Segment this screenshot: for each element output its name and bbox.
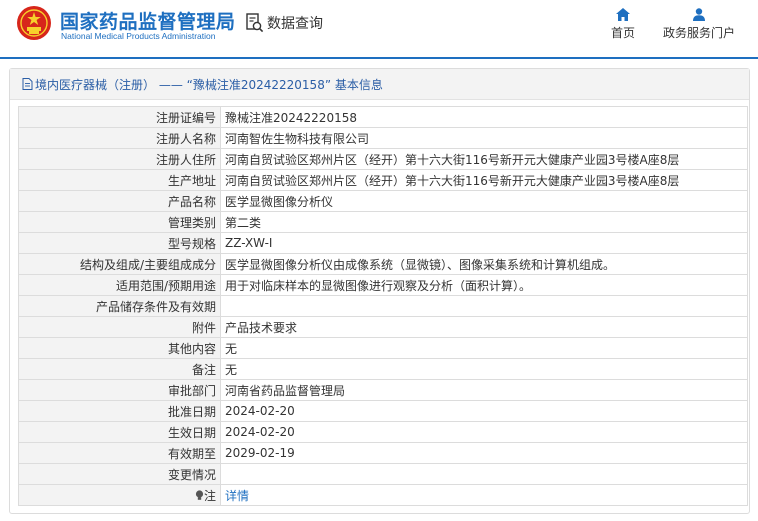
- field-value: 豫械注准20242220158: [220, 106, 748, 128]
- field-label: 有效期至: [18, 442, 221, 464]
- national-emblem-icon: [17, 6, 51, 40]
- details-link[interactable]: 详情: [225, 489, 249, 503]
- field-label: 注册人住所: [18, 148, 221, 170]
- field-label: 产品名称: [18, 190, 221, 212]
- table-row: 备注 无: [18, 358, 748, 380]
- field-value: 河南省药品监督管理局: [220, 379, 748, 401]
- field-label: 备注: [18, 358, 221, 380]
- table-row: 其他内容 无: [18, 337, 748, 359]
- table-row: 产品储存条件及有效期: [18, 295, 748, 317]
- table-row: 管理类别 第二类: [18, 211, 748, 233]
- site-subtitle: National Medical Products Administration: [61, 31, 216, 41]
- note-label: 注: [203, 488, 216, 503]
- field-value: 无: [220, 358, 748, 380]
- field-label: 注册证编号: [18, 106, 221, 128]
- home-icon: [616, 8, 630, 21]
- field-value: ZZ-XW-I: [220, 232, 748, 254]
- field-value: 河南智佐生物科技有限公司: [220, 127, 748, 149]
- field-value: [220, 295, 748, 317]
- table-row: 注册人名称 河南智佐生物科技有限公司: [18, 127, 748, 149]
- site-header: 国家药品监督管理局 National Medical Products Admi…: [0, 0, 758, 59]
- field-value: 2029-02-19: [220, 442, 748, 464]
- table-row: 注册人住所 河南自贸试验区郑州片区（经开）第十六大街116号新开元大健康产业园3…: [18, 148, 748, 170]
- field-value: 河南自贸试验区郑州片区（经开）第十六大街116号新开元大健康产业园3号楼A座8层: [220, 169, 748, 191]
- detail-panel: 境内医疗器械（注册） —— “豫械注准20242220158” 基本信息 注册证…: [9, 68, 750, 514]
- field-label: 其他内容: [18, 337, 221, 359]
- field-label: 型号规格: [18, 232, 221, 254]
- field-label: 审批部门: [18, 379, 221, 401]
- table-row: 生产地址 河南自贸试验区郑州片区（经开）第十六大街116号新开元大健康产业园3号…: [18, 169, 748, 191]
- nav-home[interactable]: 首页: [604, 8, 642, 41]
- field-label: 管理类别: [18, 211, 221, 233]
- document-icon: [22, 78, 33, 90]
- field-value: 医学显微图像分析仪: [220, 190, 748, 212]
- site-title: 国家药品监督管理局: [60, 11, 236, 33]
- data-query-label: 数据查询: [267, 16, 323, 32]
- field-label: 结构及组成/主要组成成分: [18, 253, 221, 275]
- table-row: 变更情况: [18, 463, 748, 485]
- field-value: 河南自贸试验区郑州片区（经开）第十六大街116号新开元大健康产业园3号楼A座8层: [220, 148, 748, 170]
- field-label: 生效日期: [18, 421, 221, 443]
- note-label-cell: 注: [18, 484, 221, 506]
- table-row: 批准日期 2024-02-20: [18, 400, 748, 422]
- field-label: 批准日期: [18, 400, 221, 422]
- nav-gov-service-portal[interactable]: 政务服务门户: [660, 8, 738, 41]
- field-label: 适用范围/预期用途: [18, 274, 221, 296]
- field-value: 用于对临床样本的显微图像进行观察及分析（面积计算）。: [220, 274, 748, 296]
- field-value: 医学显微图像分析仪由成像系统（显微镜）、图像采集系统和计算机组成。: [220, 253, 748, 275]
- header-divider: [0, 57, 758, 59]
- data-query-icon: [246, 13, 264, 33]
- table-row: 有效期至 2029-02-19: [18, 442, 748, 464]
- table-row: 适用范围/预期用途 用于对临床样本的显微图像进行观察及分析（面积计算）。: [18, 274, 748, 296]
- table-row: 型号规格 ZZ-XW-I: [18, 232, 748, 254]
- table-row: 结构及组成/主要组成成分 医学显微图像分析仪由成像系统（显微镜）、图像采集系统和…: [18, 253, 748, 275]
- field-value: [220, 463, 748, 485]
- note-row: 注 详情: [18, 484, 748, 506]
- data-query-link[interactable]: 数据查询: [246, 12, 323, 34]
- field-value: 无: [220, 337, 748, 359]
- field-value: 产品技术要求: [220, 316, 748, 338]
- table-row: 产品名称 医学显微图像分析仪: [18, 190, 748, 212]
- lightbulb-icon: [195, 489, 204, 500]
- registration-info-table: 注册证编号 豫械注准20242220158 注册人名称 河南智佐生物科技有限公司…: [18, 106, 748, 506]
- user-icon: [693, 8, 705, 21]
- field-value: 2024-02-20: [220, 421, 748, 443]
- nav-gov-label: 政务服务门户: [662, 26, 735, 40]
- field-value: 2024-02-20: [220, 400, 748, 422]
- field-value: 第二类: [220, 211, 748, 233]
- note-value-cell: 详情: [220, 484, 748, 506]
- field-label: 变更情况: [18, 463, 221, 485]
- field-label: 注册人名称: [18, 127, 221, 149]
- table-row: 附件 产品技术要求: [18, 316, 748, 338]
- table-row: 审批部门 河南省药品监督管理局: [18, 379, 748, 401]
- table-row: 注册证编号 豫械注准20242220158: [18, 106, 748, 128]
- field-label: 产品储存条件及有效期: [18, 295, 221, 317]
- field-label: 附件: [18, 316, 221, 338]
- panel-title: 境内医疗器械（注册） —— “豫械注准20242220158” 基本信息: [35, 77, 383, 92]
- field-label: 生产地址: [18, 169, 221, 191]
- panel-title-bar: 境内医疗器械（注册） —— “豫械注准20242220158” 基本信息: [10, 69, 749, 100]
- nav-home-label: 首页: [610, 26, 635, 40]
- table-row: 生效日期 2024-02-20: [18, 421, 748, 443]
